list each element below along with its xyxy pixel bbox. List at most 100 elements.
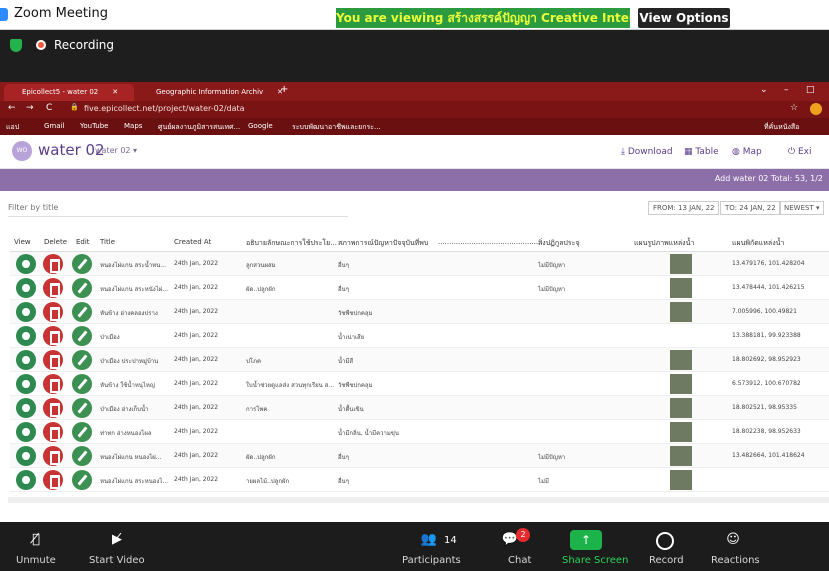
edit-entry-icon[interactable] <box>72 446 92 466</box>
delete-entry-icon[interactable] <box>43 398 63 418</box>
record-button[interactable]: Record <box>649 555 684 566</box>
delete-entry-icon[interactable] <box>43 446 63 466</box>
url-field[interactable]: five.epicollect.net/project/water-02/dat… <box>84 104 245 113</box>
new-tab-icon[interactable]: + <box>280 84 288 95</box>
bookmark-youtube[interactable]: YouTube <box>80 122 108 130</box>
filter-title-input[interactable] <box>8 199 348 217</box>
delete-entry-icon[interactable] <box>43 422 63 442</box>
water-source-photo[interactable] <box>670 422 692 442</box>
profile-icon[interactable] <box>810 103 822 115</box>
water-source-photo[interactable] <box>670 470 692 490</box>
minimize-icon[interactable]: – <box>784 85 789 95</box>
delete-entry-icon[interactable] <box>43 350 63 370</box>
delete-entry-icon[interactable] <box>43 374 63 394</box>
col-delete: Delete <box>44 238 67 246</box>
share-screen-button[interactable]: Share Screen <box>562 555 628 566</box>
water-source-photo[interactable] <box>670 374 692 394</box>
encryption-shield-icon[interactable] <box>10 39 22 52</box>
date-to-field[interactable]: TO: 24 JAN, 22 <box>720 201 781 215</box>
view-entry-icon[interactable] <box>16 350 36 370</box>
cell-coordinates: 7.005996, 100.49821 <box>732 308 797 315</box>
tab-geographic-archive[interactable]: Geographic Information Archiv ✕ <box>138 84 283 101</box>
project-switcher[interactable]: water 02 ▾ <box>95 146 137 155</box>
delete-entry-icon[interactable] <box>43 278 63 298</box>
bookmark-google[interactable]: Google <box>248 122 273 130</box>
forward-icon[interactable]: → <box>26 103 34 113</box>
edit-entry-icon[interactable] <box>72 422 92 442</box>
chat-button[interactable]: Chat <box>508 555 531 566</box>
cell-coordinates: 13.479176, 101.428204 <box>732 260 805 267</box>
record-icon[interactable] <box>656 532 674 550</box>
edit-entry-icon[interactable] <box>72 254 92 274</box>
col-created-at[interactable]: Created At <box>174 238 211 246</box>
chevron-down-icon[interactable]: ⌄ <box>760 85 768 95</box>
col-title[interactable]: Title <box>100 238 115 246</box>
edit-entry-icon[interactable] <box>72 470 92 490</box>
bookmark-gis-center[interactable]: ศูนย์ผลงานภูมิสารสนเทศ... <box>158 122 240 133</box>
back-icon[interactable]: ← <box>8 103 16 113</box>
view-entry-icon[interactable] <box>16 278 36 298</box>
water-source-photo[interactable] <box>670 446 692 466</box>
video-off-icon[interactable]: ▶̸ <box>104 532 130 550</box>
star-icon[interactable]: ☆ <box>790 103 798 113</box>
water-source-photo[interactable] <box>670 278 692 298</box>
view-entry-icon[interactable] <box>16 374 36 394</box>
reload-icon[interactable]: C <box>46 103 52 113</box>
table-button[interactable]: ▦ Table <box>684 147 719 157</box>
edit-entry-icon[interactable] <box>72 350 92 370</box>
cell-created-at: 24th Jan, 2022 <box>174 452 219 459</box>
bookmark-career[interactable]: ระบบพัฒนาอาชีพและยกระ... <box>292 122 381 133</box>
mic-muted-icon[interactable]: 🎙̸ <box>24 532 48 550</box>
view-entry-icon[interactable] <box>16 302 36 322</box>
table-row: หนองไผ่แกน สระหนังไผ่... 24th Jan, 2022 ผั… <box>10 276 829 300</box>
delete-entry-icon[interactable] <box>43 470 63 490</box>
edit-entry-icon[interactable] <box>72 374 92 394</box>
bookmark-maps[interactable]: Maps <box>124 122 142 130</box>
unmute-button[interactable]: Unmute <box>16 555 56 566</box>
start-video-button[interactable]: Start Video <box>89 555 145 566</box>
date-from-field[interactable]: FROM: 13 JAN, 22 <box>648 201 720 215</box>
reactions-button[interactable]: Reactions <box>711 555 760 566</box>
edit-entry-icon[interactable] <box>72 302 92 322</box>
view-entry-icon[interactable] <box>16 326 36 346</box>
water-source-photo[interactable] <box>670 254 692 274</box>
maximize-icon[interactable]: □ <box>806 85 815 95</box>
tab-epicollect[interactable]: Epicollect5 - water 02 ✕ <box>4 84 134 101</box>
edit-entry-icon[interactable] <box>72 398 92 418</box>
participants-button[interactable]: Participants <box>402 555 461 566</box>
participants-icon[interactable]: 👥 <box>418 532 440 550</box>
view-entry-icon[interactable] <box>16 422 36 442</box>
view-entry-icon[interactable] <box>16 398 36 418</box>
view-entry-icon[interactable] <box>16 254 36 274</box>
delete-entry-icon[interactable] <box>43 302 63 322</box>
add-entry-button[interactable]: Add water 02 Total: 53, 1/2 <box>715 174 823 183</box>
water-source-photo[interactable] <box>670 398 692 418</box>
horizontal-scrollbar[interactable] <box>8 497 829 503</box>
cell-title: ท่าทก อ่างหนองไผล <box>100 430 152 437</box>
cell-usage: ลูกสวนผสม <box>246 262 276 269</box>
bookmark-apps[interactable]: แอป <box>6 122 19 133</box>
map-button[interactable]: ◍ Map <box>732 147 762 157</box>
share-screen-icon[interactable]: ↑ <box>570 530 602 550</box>
download-button[interactable]: ⤓ Download <box>621 147 673 157</box>
delete-entry-icon[interactable] <box>43 254 63 274</box>
close-tab-icon[interactable]: ✕ <box>112 88 118 96</box>
cell-created-at: 24th Jan, 2022 <box>174 284 219 291</box>
bookmark-folder[interactable]: ที่คั่นหนังสือ <box>764 122 799 133</box>
exit-button[interactable]: ⏻ Exi <box>788 147 812 157</box>
table-row: หนองไผ่แกน สระน้ำหน... 24th Jan, 2022 ลูกส… <box>10 252 829 276</box>
view-entry-icon[interactable] <box>16 470 36 490</box>
delete-entry-icon[interactable] <box>43 326 63 346</box>
water-source-photo[interactable] <box>670 350 692 370</box>
view-options-button[interactable]: View Options ⌄ <box>638 8 730 45</box>
edit-entry-icon[interactable] <box>72 278 92 298</box>
water-source-photo[interactable] <box>670 302 692 322</box>
bookmark-gmail[interactable]: Gmail <box>44 122 64 130</box>
cell-usage: ใบน้ำช่วยดูแลส่ง สวนทุกเรียน ส... <box>246 382 334 389</box>
view-entry-icon[interactable] <box>16 446 36 466</box>
reactions-icon[interactable]: ☺ <box>724 532 742 550</box>
sort-select[interactable]: NEWEST ▾ <box>779 201 825 215</box>
cell-title: หนองไผ่แกน หนองไผ่... <box>100 454 162 461</box>
cell-problem: อื่นๆ <box>338 262 349 269</box>
edit-entry-icon[interactable] <box>72 326 92 346</box>
